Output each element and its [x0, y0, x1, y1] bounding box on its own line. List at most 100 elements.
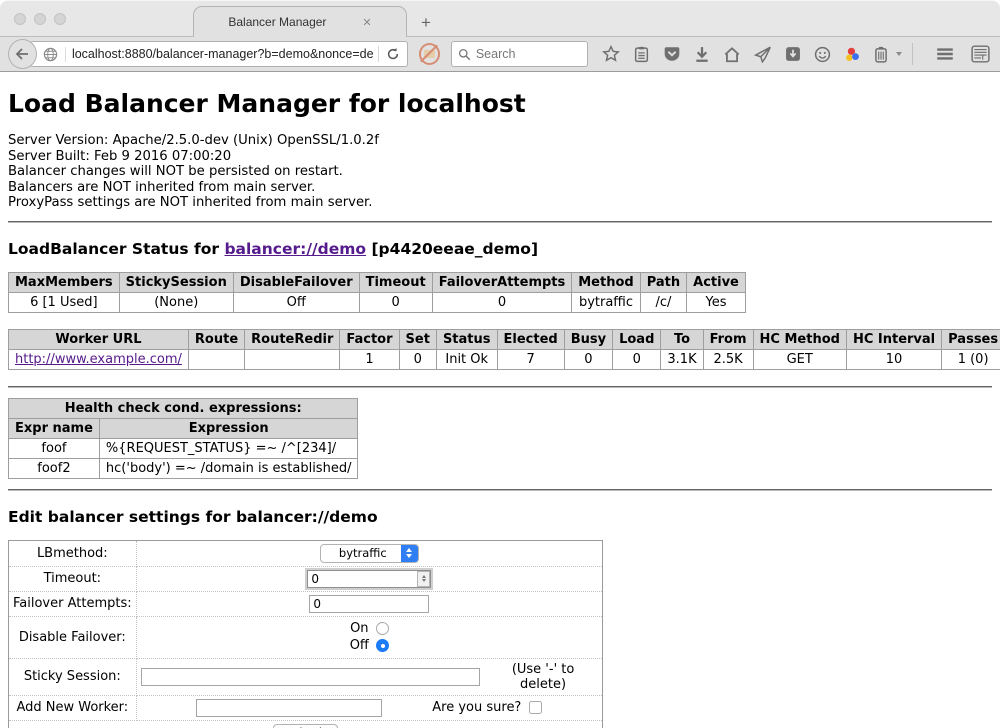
send-button[interactable] — [752, 44, 774, 65]
page-content: Load Balancer Manager for localhost Serv… — [0, 72, 1000, 728]
table-caption: Health check cond. expressions: — [9, 398, 358, 418]
disable-failover-label: Disable Failover: — [9, 616, 137, 658]
tab-close-icon[interactable]: ✕ — [362, 16, 371, 29]
downloads-icon — [694, 46, 710, 63]
form-row: Timeout: — [9, 566, 603, 591]
column-header: Path — [640, 272, 686, 292]
lbmethod-select[interactable]: bytraffic — [320, 544, 419, 563]
timeout-input[interactable] — [307, 570, 431, 588]
form-row: Disable Failover: On Off — [9, 616, 603, 658]
balancer-demo-link[interactable]: balancer://demo — [224, 240, 366, 258]
pocket-icon — [663, 46, 681, 63]
table-cell: %{REQUEST_STATUS} =~ /^[234]/ — [99, 438, 358, 458]
pocket-button[interactable] — [661, 44, 683, 65]
downloads-button[interactable] — [692, 44, 712, 65]
menu-button[interactable] — [933, 44, 957, 64]
failover-attempts-input[interactable] — [309, 595, 429, 613]
column-header: Passes — [942, 329, 1000, 349]
url-input[interactable] — [72, 47, 374, 61]
section-divider — [8, 386, 992, 388]
table-cell: 1 — [340, 349, 399, 369]
failover-attempts-label: Failover Attempts: — [9, 591, 137, 616]
table-cell — [245, 349, 340, 369]
reload-button[interactable] — [383, 47, 407, 61]
column-header: Timeout — [359, 272, 432, 292]
extension-grid-button[interactable] — [969, 43, 992, 65]
window-close-button[interactable] — [14, 13, 26, 25]
health-check-table: Health check cond. expressions: Expr nam… — [8, 398, 358, 479]
table-cell: 3.1K — [661, 349, 703, 369]
table-cell — [188, 349, 244, 369]
add-worker-input[interactable] — [196, 699, 382, 717]
number-spinner-icon[interactable] — [417, 571, 430, 587]
content-blocker-icon[interactable] — [419, 43, 440, 65]
status-heading: LoadBalancer Status for balancer://demo … — [8, 240, 992, 258]
disable-failover-on-radio[interactable] — [376, 622, 389, 635]
reading-list-button[interactable] — [631, 44, 652, 65]
column-header: Worker URL — [9, 329, 189, 349]
battery-button[interactable] — [872, 44, 890, 65]
back-icon — [15, 48, 29, 60]
colordots-button[interactable] — [842, 44, 863, 65]
sticky-session-label: Sticky Session: — [9, 658, 137, 695]
table-cell: 10 — [846, 349, 941, 369]
column-header: Busy — [564, 329, 612, 349]
table-cell: bytraffic — [572, 292, 640, 312]
column-header: To — [661, 329, 703, 349]
home-button[interactable] — [721, 44, 743, 65]
info-line: ProxyPass settings are NOT inherited fro… — [8, 195, 992, 211]
column-header: RouteRedir — [245, 329, 340, 349]
window-zoom-button[interactable] — [54, 13, 66, 25]
table-row: http://www.example.com/ 1 0 Init Ok 7 0 … — [9, 349, 1000, 369]
tab-bar: Balancer Manager ✕ + — [0, 0, 1000, 37]
worker-table: Worker URL Route RouteRedir Factor Set S… — [8, 329, 1000, 370]
send-icon — [754, 46, 772, 63]
column-header: HC Method — [753, 329, 846, 349]
table-header-row: Worker URL Route RouteRedir Factor Set S… — [9, 329, 1000, 349]
tab-balancer-manager[interactable]: Balancer Manager ✕ — [193, 6, 407, 37]
table-cell: hc('body') =~ /domain is established/ — [99, 458, 358, 478]
search-bar — [451, 41, 588, 67]
radio-on-label: On — [350, 621, 368, 637]
table-header-row: Health check cond. expressions: — [9, 398, 358, 418]
chat-button[interactable] — [812, 44, 833, 65]
sticky-session-input[interactable] — [141, 668, 481, 686]
timeout-label: Timeout: — [9, 566, 137, 591]
worker-url-link[interactable]: http://www.example.com/ — [15, 352, 182, 367]
table-cell: Off — [233, 292, 359, 312]
add-worker-label: Add New Worker: — [9, 695, 137, 720]
table-header-row: MaxMembers StickySession DisableFailover… — [9, 272, 746, 292]
disable-failover-off-radio[interactable] — [376, 639, 389, 652]
globe-icon — [43, 47, 66, 62]
battery-icon — [874, 46, 888, 63]
new-tab-button[interactable]: + — [421, 14, 431, 31]
balancer-status-table: MaxMembers StickySession DisableFailover… — [8, 272, 746, 313]
table-row: foof2 hc('body') =~ /domain is establish… — [9, 458, 358, 478]
menu-icon — [935, 46, 955, 62]
table-cell: GET — [753, 349, 846, 369]
info-line: Server Version: Apache/2.5.0-dev (Unix) … — [8, 133, 992, 149]
column-header: Expr name — [9, 418, 100, 438]
table-cell: 2.5K — [703, 349, 753, 369]
form-row: Add New Worker: Are you sure? — [9, 695, 603, 720]
bookmark-star-button[interactable] — [600, 43, 622, 65]
download-box-button[interactable] — [783, 44, 803, 64]
search-input[interactable] — [476, 47, 576, 61]
home-icon — [723, 46, 741, 63]
section-divider — [8, 489, 992, 491]
extension-grid-icon — [971, 45, 990, 63]
window-controls — [14, 13, 66, 25]
browser-window: Balancer Manager ✕ + — [0, 0, 1000, 728]
page-title: Load Balancer Manager for localhost — [8, 89, 992, 118]
edit-settings-heading: Edit balancer settings for balancer://de… — [8, 508, 992, 526]
column-header: FailoverAttempts — [432, 272, 572, 292]
back-button[interactable] — [8, 39, 37, 69]
column-header: DisableFailover — [233, 272, 359, 292]
window-minimize-button[interactable] — [34, 13, 46, 25]
toolbar-separator — [912, 43, 913, 65]
are-you-sure-checkbox[interactable] — [529, 701, 542, 714]
server-info: Server Version: Apache/2.5.0-dev (Unix) … — [8, 133, 992, 211]
column-header: From — [703, 329, 753, 349]
submit-button[interactable]: Submit — [273, 724, 338, 728]
column-header: Load — [613, 329, 661, 349]
